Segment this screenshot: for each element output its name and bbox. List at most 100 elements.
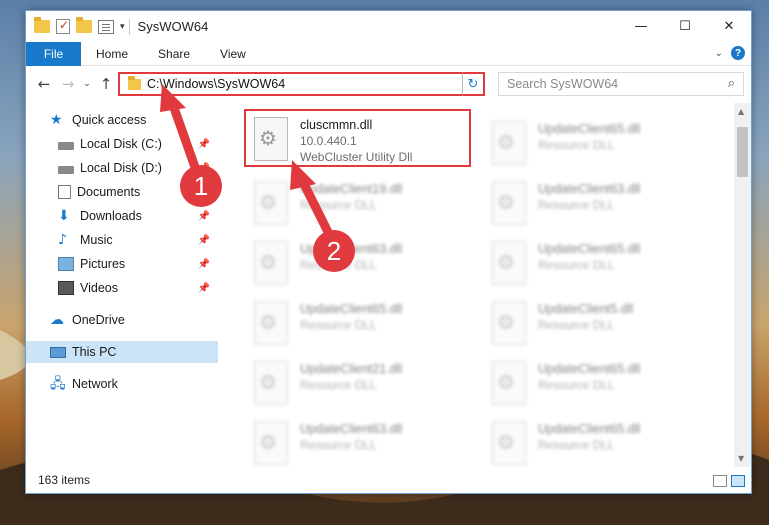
file-name: UpdateClient65.dll [538,122,641,136]
sidebar-item-label: Documents [77,185,141,199]
file-description: Resource DLL [538,258,615,272]
scroll-thumb[interactable] [737,127,748,177]
title-separator [128,18,130,35]
file-name: UpdateClient5.dll [538,302,634,316]
file-name: UpdateClient65.dll [538,362,641,376]
help-icon[interactable]: ? [731,46,745,60]
file-tile[interactable]: UpdateClient65.dll Resource DLL [482,415,712,467]
sidebar-item-label: Videos [80,281,118,295]
title-bar: ▾ SysWOW64 — ☐ ✕ [26,11,751,42]
documents-icon [58,185,71,199]
sidebar-item-label: Quick access [72,113,147,127]
scroll-up-icon[interactable]: ▲ [738,107,744,116]
file-tile[interactable]: UpdateClient19.dll Resource DLL [244,175,474,233]
file-name: UpdateClient63.dll [538,182,641,196]
refresh-button[interactable]: ↻ [462,72,485,96]
step-1-badge: 1 [180,165,222,207]
window-title: SysWOW64 [137,19,209,34]
pin-icon[interactable]: 📌 [198,283,210,294]
pin-icon[interactable]: 📌 [198,139,210,150]
sidebar-item-quick-access[interactable]: ★ Quick access [26,109,218,131]
pin-icon[interactable]: 📌 [198,259,210,270]
tab-share[interactable]: Share [143,47,205,61]
downloads-icon: ⬇ [58,208,70,224]
file-description: Resource DLL [538,318,615,332]
sidebar-item-local-disk-c[interactable]: Local Disk (C:) 📌 [26,133,218,155]
file-tile[interactable]: UpdateClient65.dll Resource DLL [482,235,712,293]
file-tile[interactable]: UpdateClient63.dllResource DLL [482,175,712,233]
file-description: Resource DLL [538,138,615,152]
sidebar-item-this-pc[interactable]: This PC [26,341,218,363]
file-description: Resource DLL [300,198,377,212]
sidebar-item-music[interactable]: ♪ Music 📌 [26,229,218,251]
minimize-button[interactable]: — [619,11,663,42]
file-description: Resource DLL [300,318,377,332]
sidebar-item-pictures[interactable]: Pictures 📌 [26,253,218,275]
address-folder-icon [128,75,141,90]
file-tile[interactable]: UpdateClient63.dllResource DLL [244,235,474,293]
search-box[interactable]: Search SysWOW64 ⌕ [498,72,744,96]
item-count: 163 items [38,473,91,487]
dll-file-icon [492,241,526,285]
navigation-pane: ★ Quick access Local Disk (C:) 📌 Local D… [26,103,218,467]
file-tile[interactable]: UpdateClient65.dll Resource DLL [482,115,712,173]
recent-locations-button[interactable]: ⌄ [80,79,94,89]
sidebar-item-label: Local Disk (D:) [80,161,162,175]
vertical-scrollbar[interactable]: ▲ ▼ [734,103,751,467]
expand-ribbon-icon[interactable]: ⌄ [715,48,723,59]
step-2-badge: 2 [313,230,355,272]
dll-file-icon [254,241,288,285]
sidebar-item-network[interactable]: 🖧 Network [26,373,218,395]
address-path[interactable]: C:\Windows\SysWOW64 [147,77,469,91]
dll-file-icon [254,421,288,465]
sidebar-item-onedrive[interactable]: ☁ OneDrive [26,309,218,331]
file-name: UpdateClient21.dll [300,362,403,376]
properties-check-icon[interactable] [56,18,70,34]
address-bar[interactable]: C:\Windows\SysWOW64 ⌄ [118,72,485,96]
dll-file-icon [492,301,526,345]
pin-icon[interactable]: 📌 [198,235,210,246]
sidebar-item-label: Network [72,377,118,391]
file-tile[interactable]: UpdateClient65.dll Resource DLL [482,355,712,413]
tab-home[interactable]: Home [81,47,143,61]
maximize-button[interactable]: ☐ [663,11,707,42]
new-folder-icon[interactable] [76,17,92,33]
file-tile[interactable]: UpdateClient5.dll Resource DLL [482,295,712,353]
file-tile[interactable]: UpdateClient63.dll Resource DLL [244,415,474,467]
toolbar-dropdown-icon[interactable]: ▾ [120,22,125,32]
this-pc-icon [50,347,66,358]
dll-file-icon [492,421,526,465]
sidebar-item-videos[interactable]: Videos 📌 [26,277,218,299]
tab-view[interactable]: View [205,47,261,61]
file-tile[interactable]: UpdateClient65.dll Resource DLL [244,295,474,353]
sidebar-item-label: Pictures [80,257,126,271]
search-icon[interactable]: ⌕ [728,76,735,91]
scroll-down-icon[interactable]: ▼ [738,454,744,463]
forward-button[interactable]: → [56,75,80,93]
window-controls: — ☐ ✕ [619,11,751,42]
large-icons-view-icon[interactable] [731,475,745,487]
dll-file-icon [492,121,526,165]
dll-file-icon [254,361,288,405]
file-list: cluscmmn.dll 10.0.440.1 WebCluster Utili… [236,103,736,467]
customize-toolbar-icon[interactable] [98,19,114,34]
file-description: Resource DLL [300,438,377,452]
up-button[interactable]: ↑ [94,75,118,93]
file-tile[interactable]: UpdateClient21.dll Resource DLL [244,355,474,413]
file-explorer-window: ▾ SysWOW64 — ☐ ✕ File Home Share View ⌄ … [25,10,752,494]
back-button[interactable]: ← [32,75,56,93]
file-name: UpdateClient65.dll [538,242,641,256]
file-name: UpdateClient63.dll [300,422,403,436]
file-name: UpdateClient19.dll [300,182,403,196]
network-icon: 🖧 [50,376,66,392]
navigation-bar: ← → ⌄ ↑ C:\Windows\SysWOW64 ⌄ ↻ Search S… [26,67,751,101]
videos-icon [58,281,74,295]
close-button[interactable]: ✕ [707,11,751,42]
view-toggle [713,475,745,487]
tab-file[interactable]: File [26,41,81,66]
sidebar-item-label: Music [80,233,113,247]
details-view-icon[interactable] [713,475,727,487]
disk-icon [58,166,74,174]
sidebar-item-downloads[interactable]: ⬇ Downloads 📌 [26,205,218,227]
pin-icon[interactable]: 📌 [198,211,210,222]
